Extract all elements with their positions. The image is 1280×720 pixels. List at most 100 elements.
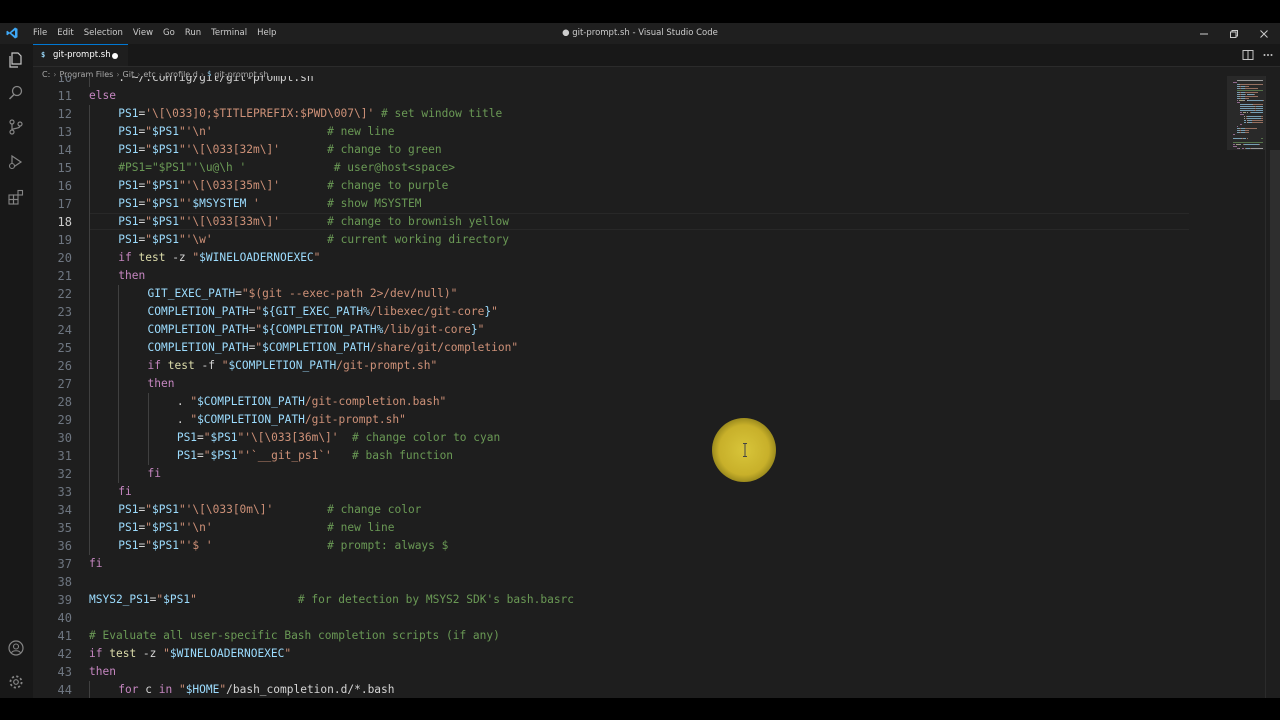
code-line[interactable]: 34 PS1="$PS1"'\[\033[0m\]' # change color <box>33 501 1193 519</box>
code-token: /bash_completion.d/*.bash <box>226 683 395 696</box>
code-token: if <box>118 251 132 264</box>
code-token: # prompt: always $ <box>327 539 449 552</box>
tab-git-prompt[interactable]: $ git-prompt.sh <box>33 44 128 66</box>
code-line[interactable]: 20 if test -z "$WINELOADERNOEXEC" <box>33 249 1193 267</box>
code-token: $PS1 <box>151 125 179 138</box>
code-token: " <box>145 125 152 138</box>
split-editor-icon[interactable] <box>1242 49 1254 61</box>
menu-edit[interactable]: Edit <box>52 23 78 44</box>
code-line[interactable]: 25 COMPLETION_PATH="$COMPLETION_PATH/shar… <box>33 339 1193 357</box>
code-token: "'\[\033[36m\]' <box>237 431 339 444</box>
code-line[interactable]: 22 GIT_EXEC_PATH="$(git --exec-path 2>/de… <box>33 285 1193 303</box>
code-line[interactable]: 21 then <box>33 267 1193 285</box>
code-editor[interactable]: 10. ~/.config/git/git-prompt.sh 11 else 12 P… <box>33 76 1193 698</box>
code-token: $HOME <box>185 683 220 696</box>
account-icon <box>8 640 24 656</box>
code-line[interactable]: 36 PS1="$PS1"'$ ' # prompt: always $ <box>33 537 1193 555</box>
vertical-scrollbar[interactable] <box>1270 150 1280 400</box>
code-line[interactable]: 12 PS1='\[\033]0;$TITLEPREFIX:$PWD\007\]'… <box>33 105 1193 123</box>
code-line[interactable]: 26 if test -f "$COMPLETION_PATH/git-promp… <box>33 357 1193 375</box>
code-token: # new line <box>327 125 395 138</box>
code-token: if <box>89 647 103 660</box>
code-token: . <box>176 395 191 408</box>
code-line[interactable]: 24 COMPLETION_PATH="${COMPLETION_PATH%/li… <box>33 321 1193 339</box>
code-text: MSYS2_PS1="$PS1" # for detection by MSYS… <box>89 591 574 609</box>
menu-help[interactable]: Help <box>252 23 281 44</box>
code-line[interactable]: 43 then <box>33 663 1193 681</box>
indent-guide <box>89 465 90 483</box>
line-number: 29 <box>57 413 72 427</box>
menu-file[interactable]: File <box>28 23 52 44</box>
extensions-button[interactable] <box>5 186 27 208</box>
code-token: fi <box>147 467 162 480</box>
code-token: $PS1 <box>151 215 179 228</box>
code-line[interactable]: 11 else <box>33 87 1193 105</box>
run-debug-button[interactable] <box>5 151 27 173</box>
code-line[interactable]: 10. ~/.config/git/git-prompt.sh <box>33 76 1193 87</box>
code-line[interactable]: 30 PS1="$PS1"'\[\033[36m\]' # change colo… <box>33 429 1193 447</box>
code-line[interactable]: 39 MSYS2_PS1="$PS1" # for detection by MS… <box>33 591 1193 609</box>
code-token: PS1 <box>118 197 139 210</box>
indent-guide <box>89 267 90 285</box>
code-line[interactable]: 35 PS1="$PS1"'\n' # new line <box>33 519 1193 537</box>
source-control-button[interactable] <box>5 116 27 138</box>
manage-button[interactable] <box>5 671 27 693</box>
code-line[interactable]: 41 # Evaluate all user-specific Bash comp… <box>33 627 1193 645</box>
code-line[interactable]: 42 if test -z "$WINELOADERNOEXEC" <box>33 645 1193 663</box>
code-token: PS1 <box>118 125 139 138</box>
minimap-slider[interactable] <box>1227 76 1265 150</box>
more-actions-icon[interactable] <box>1262 49 1274 61</box>
code-line[interactable]: 19 PS1="$PS1"'\w' # current working direc… <box>33 231 1193 249</box>
line-number: 42 <box>57 647 72 661</box>
accounts-button[interactable] <box>5 637 27 659</box>
line-number: 41 <box>57 629 72 643</box>
indent-guide <box>118 447 120 465</box>
restore-button[interactable] <box>1219 23 1249 44</box>
code-line[interactable]: 23 COMPLETION_PATH="${GIT_EXEC_PATH%/libe… <box>33 303 1193 321</box>
menu-view[interactable]: View <box>128 23 158 44</box>
line-number: 18 <box>57 215 72 229</box>
menu-selection[interactable]: Selection <box>79 23 128 44</box>
code-line[interactable]: 33 fi <box>33 483 1193 501</box>
code-line[interactable]: 15 #PS1="$PS1"'\u@\h ' # user@host<space> <box>33 159 1193 177</box>
code-line[interactable]: 32 fi <box>33 465 1193 483</box>
code-line[interactable]: 38 <box>33 573 1193 591</box>
code-line[interactable]: 37 fi <box>33 555 1193 573</box>
code-token: " <box>190 593 197 606</box>
code-line[interactable]: 44 for c in "$HOME"/bash_completion.d/*.b… <box>33 681 1193 698</box>
code-token: ${GIT_EXEC_PATH% <box>262 305 370 318</box>
code-line[interactable]: 27 then <box>33 375 1193 393</box>
unsaved-dot-icon[interactable] <box>112 53 118 59</box>
menu-terminal[interactable]: Terminal <box>206 23 252 44</box>
code-token: #PS1="$PS1"'\u@\h ' # user@host<space> <box>118 161 456 174</box>
code-line[interactable]: 14 PS1="$PS1"'\[\033[32m\]' # change to g… <box>33 141 1193 159</box>
indent-guide <box>118 429 120 447</box>
close-button[interactable] <box>1249 23 1279 44</box>
code-token: PS1 <box>118 521 139 534</box>
code-line[interactable]: 17 PS1="$PS1"'$MSYSTEM ' # show MSYSTEM <box>33 195 1193 213</box>
code-token: else <box>89 89 116 102</box>
menu-run[interactable]: Run <box>180 23 206 44</box>
code-token: PS1 <box>118 215 139 228</box>
explorer-button[interactable] <box>5 49 27 71</box>
search-button[interactable] <box>5 82 27 104</box>
code-line[interactable]: 40 <box>33 609 1193 627</box>
minimap[interactable] <box>1193 76 1265 698</box>
code-line[interactable]: 28 . "$COMPLETION_PATH/git-completion.bas… <box>33 393 1193 411</box>
code-line[interactable]: 16 PS1="$PS1"'\[\033[35m\]' # change to p… <box>33 177 1193 195</box>
code-line[interactable]: 18 PS1="$PS1"'\[\033[33m\]' # change to b… <box>33 213 1193 231</box>
code-line[interactable]: 31 PS1="$PS1"'`__git_ps1`' # bash functio… <box>33 447 1193 465</box>
code-text: fi <box>89 555 102 573</box>
code-line[interactable]: 13 PS1="$PS1"'\n' # new line <box>33 123 1193 141</box>
minimize-button[interactable] <box>1189 23 1219 44</box>
code-line[interactable]: 29 . "$COMPLETION_PATH/git-prompt.sh" <box>33 411 1193 429</box>
menu-go[interactable]: Go <box>158 23 180 44</box>
indent-guide <box>118 339 120 357</box>
code-token: # set window title <box>374 107 503 120</box>
line-number: 20 <box>57 251 72 265</box>
line-number: 38 <box>57 575 72 589</box>
